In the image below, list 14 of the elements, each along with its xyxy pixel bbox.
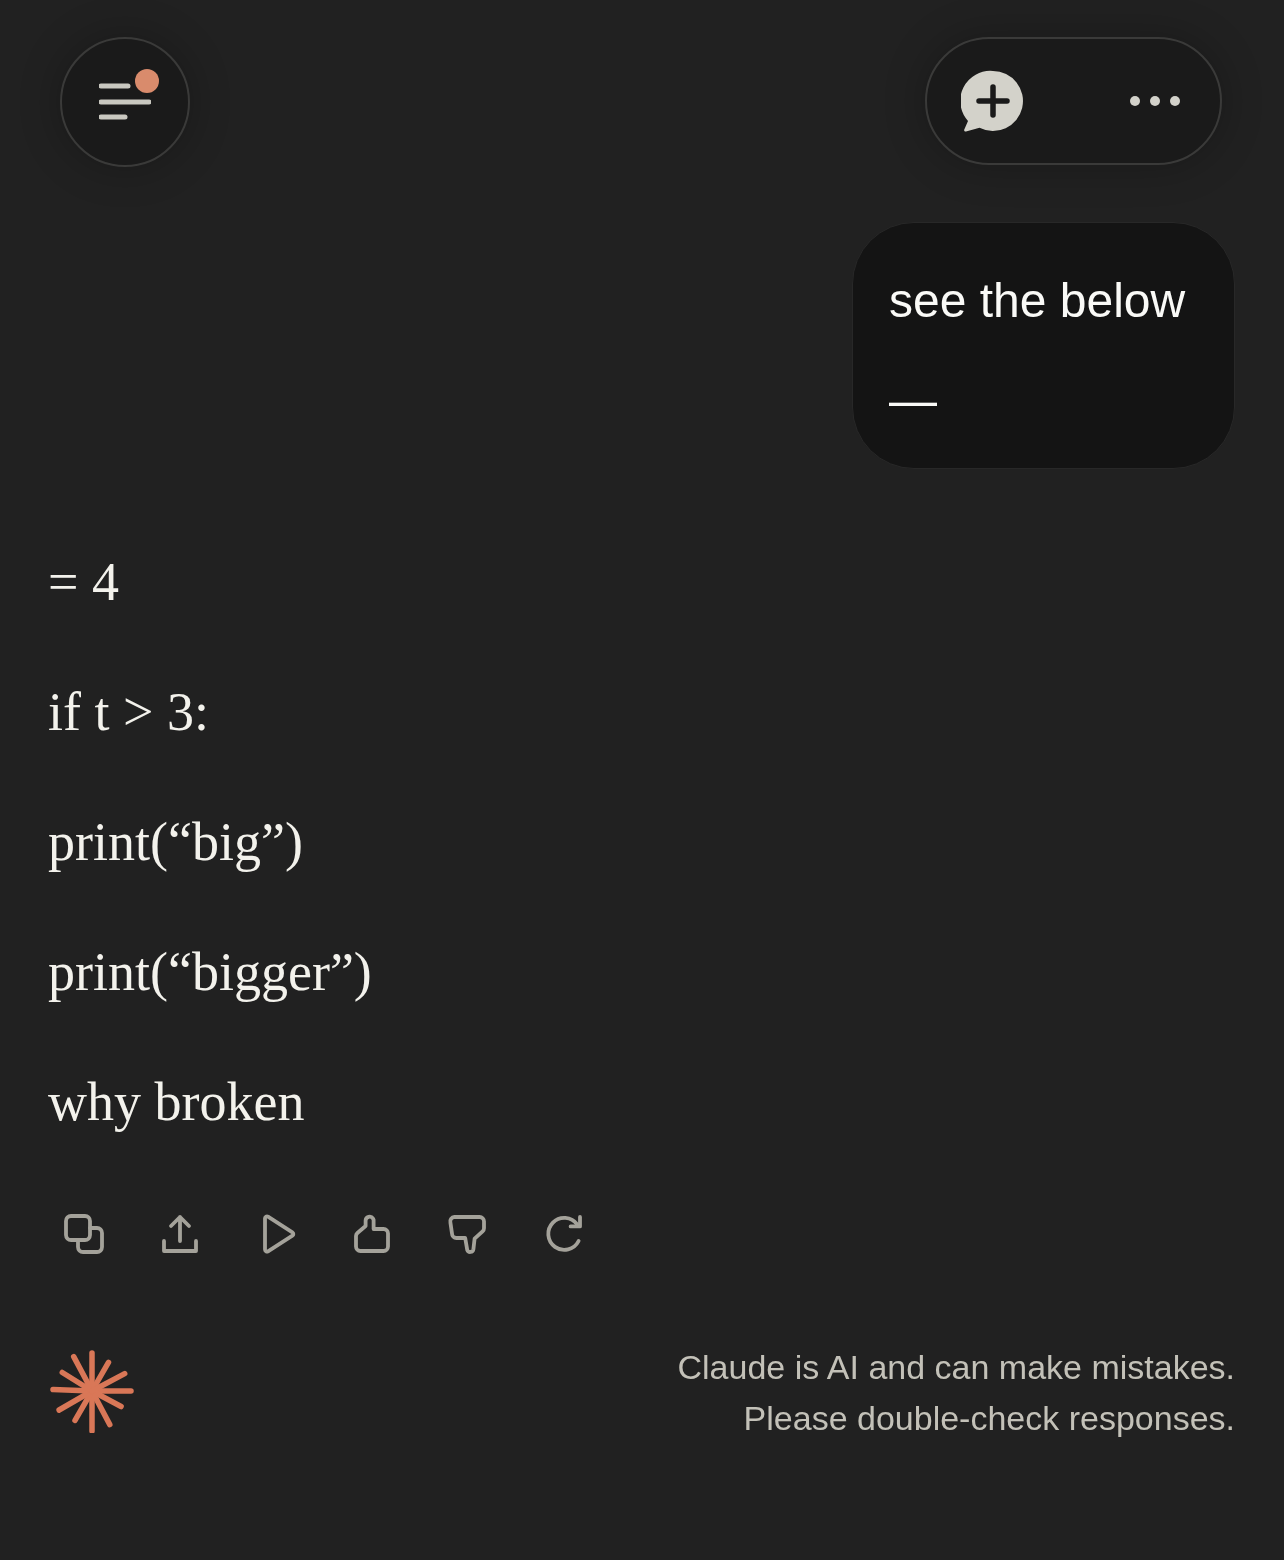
- response-text: print(“big”): [48, 811, 303, 874]
- menu-icon: [99, 83, 151, 121]
- message-text: see the below: [889, 273, 1186, 329]
- response-text: if t > 3:: [48, 681, 209, 744]
- response-text: = 4: [48, 551, 119, 614]
- response-text: why broken: [48, 1071, 305, 1134]
- message-text: —: [889, 373, 937, 429]
- disclaimer-text: Please double-check responses.: [743, 1399, 1235, 1437]
- new-chat-button[interactable]: [961, 69, 1025, 133]
- response-text: print(“bigger”): [48, 941, 372, 1004]
- more-dots-icon: [1130, 95, 1180, 107]
- chat-bubble-plus-icon: [961, 69, 1025, 133]
- disclaimer-text: Claude is AI and can make mistakes.: [677, 1348, 1235, 1386]
- starburst-logo-icon: [50, 1349, 134, 1433]
